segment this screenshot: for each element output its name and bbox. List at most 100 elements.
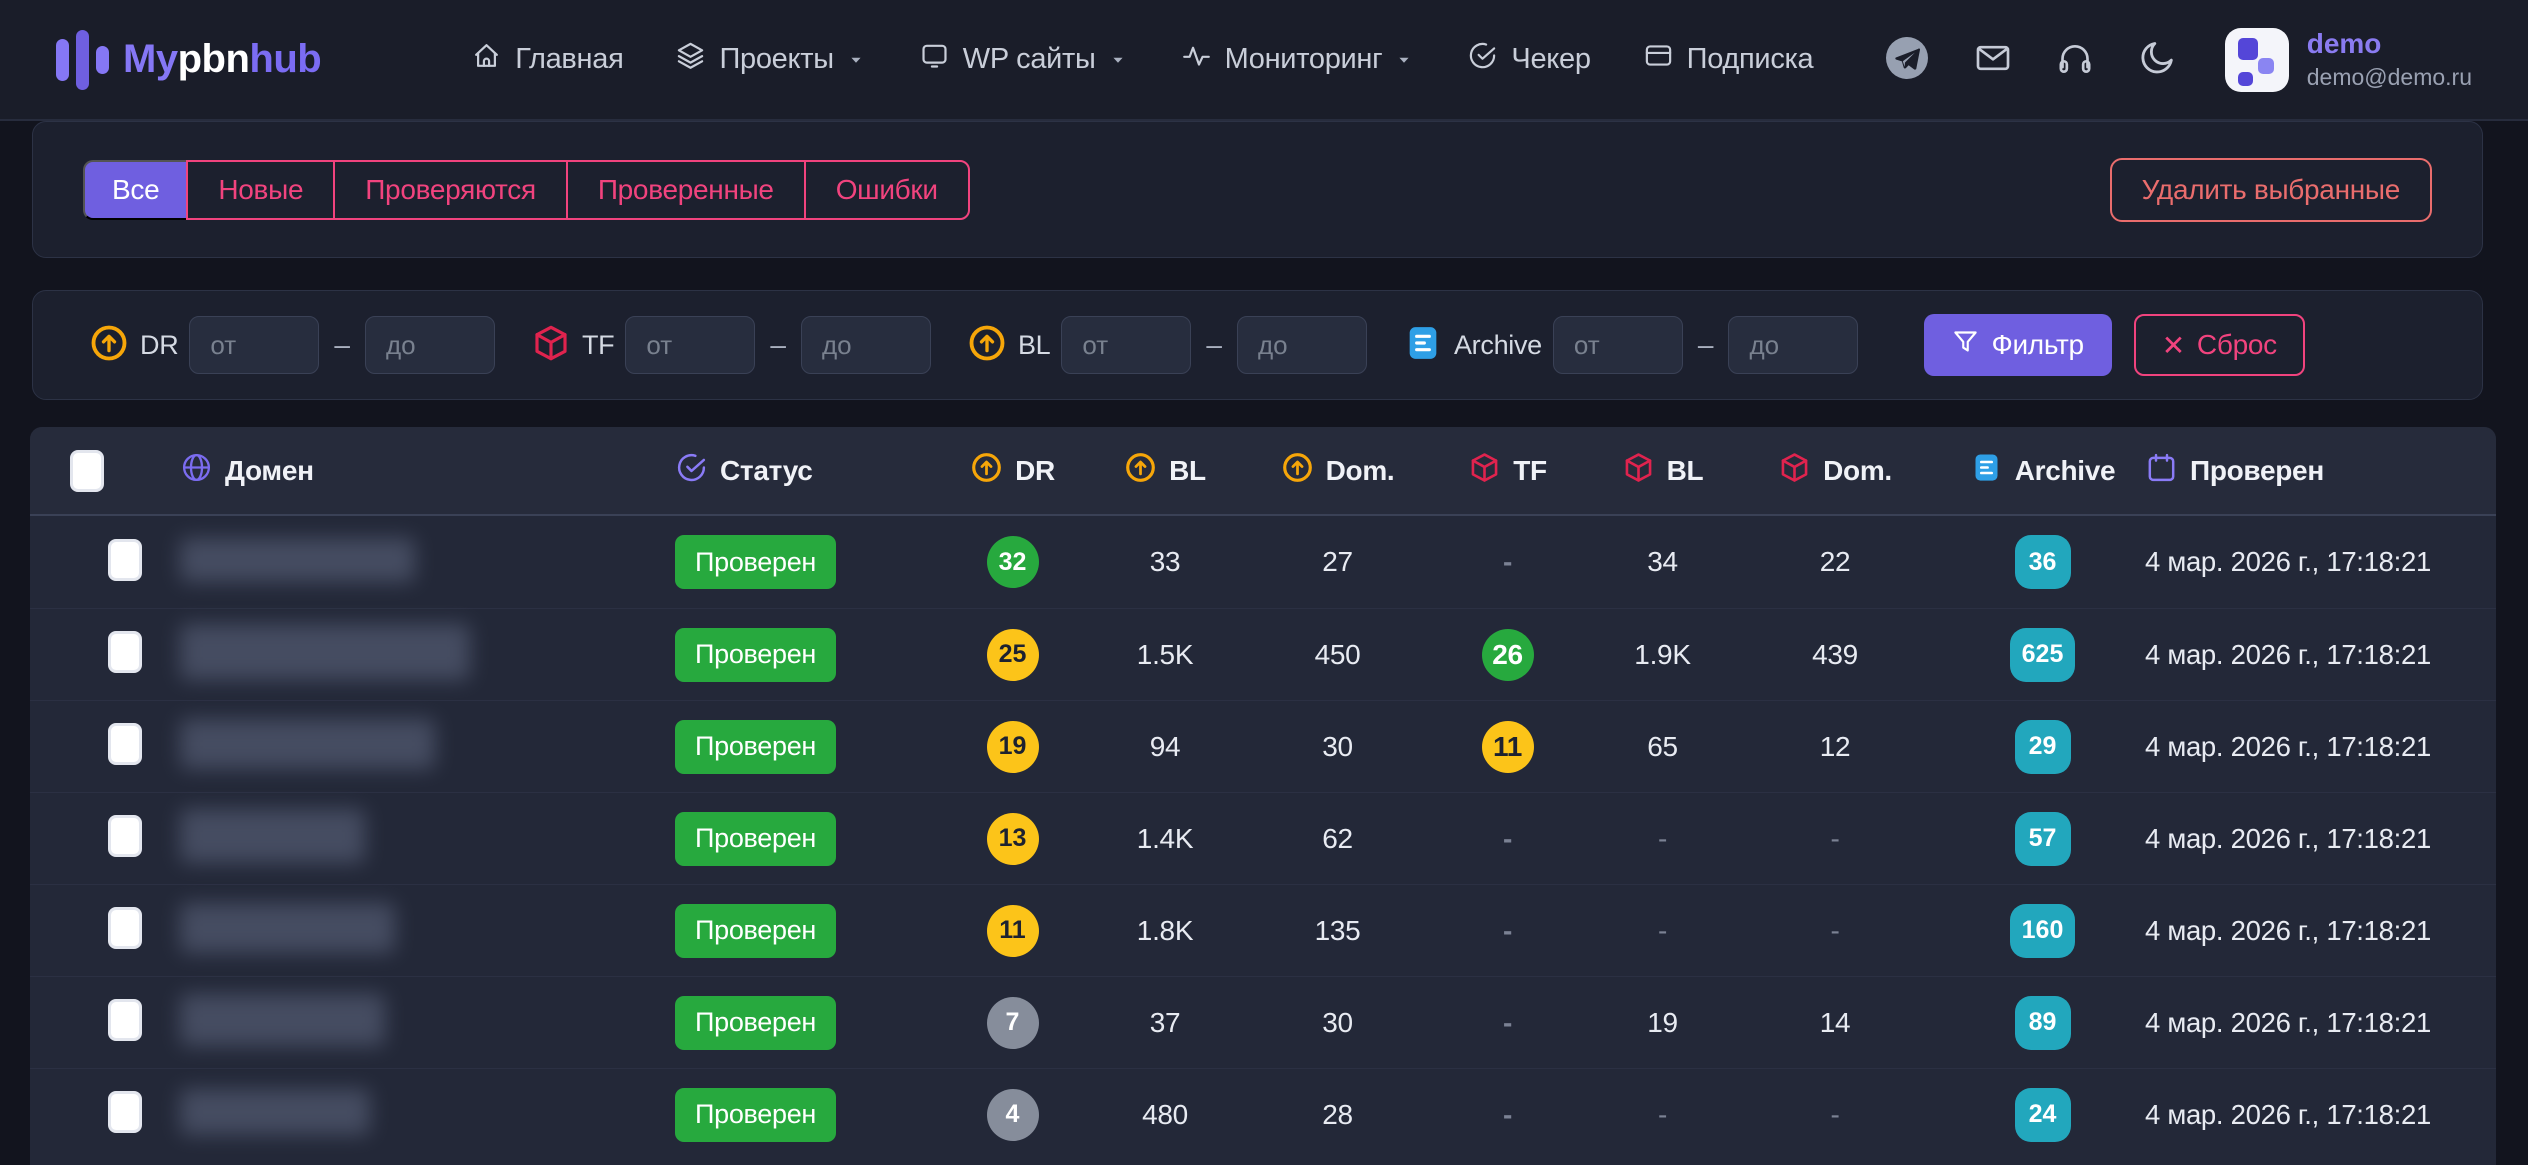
nav-item-label: Главная (515, 43, 623, 76)
dr-to-input[interactable] (365, 316, 495, 374)
tab-new[interactable]: Новые (186, 160, 335, 220)
close-icon: ✕ (2162, 329, 2185, 362)
card-icon (1643, 40, 1674, 79)
tab-errors[interactable]: Ошибки (804, 160, 970, 220)
tf-dom-value: - (1830, 823, 1839, 855)
status-badge: Проверен (675, 720, 836, 774)
archive-doc-icon (1970, 451, 2003, 491)
dr-from-input[interactable] (189, 316, 319, 374)
nav-item-label: WP сайты (963, 43, 1096, 76)
col-dr: DR (970, 451, 1055, 491)
check-circle-icon (1467, 40, 1498, 79)
row-checkbox[interactable] (108, 907, 142, 949)
dr-badge: 7 (987, 997, 1039, 1049)
tf-badge: 26 (1482, 629, 1534, 681)
table-row: Проверен 32 33 27 - 34 22 36 4 мар. 2026… (30, 516, 2496, 608)
archive-badge: 625 (2010, 628, 2076, 682)
status-badge: Проверен (675, 996, 836, 1050)
tf-cube-icon (1622, 451, 1655, 491)
filter-label: Archive (1454, 330, 1542, 361)
tf-from-input[interactable] (625, 316, 755, 374)
archive-to-input[interactable] (1728, 316, 1858, 374)
moon-icon (2137, 38, 2177, 81)
dom-value: 30 (1322, 731, 1353, 763)
support-button[interactable] (2055, 38, 2095, 81)
domain-redacted (180, 1089, 370, 1135)
domains-table: Домен Статус DR BL Dom. TF BL Dom. (30, 427, 2496, 1165)
telegram-button[interactable] (1883, 34, 1931, 85)
reset-filter-button[interactable]: ✕ Сброс (2134, 314, 2305, 376)
envelope-icon (1973, 38, 2013, 81)
dr-badge: 19 (987, 721, 1039, 773)
mail-button[interactable] (1973, 38, 2013, 81)
status-badge: Проверен (675, 812, 836, 866)
checked-date: 4 мар. 2026 г., 17:18:21 (2145, 546, 2431, 578)
tf-bl-value: - (1658, 1099, 1667, 1131)
nav-item-projects[interactable]: Проекты (675, 40, 866, 79)
user-email: demo@demo.ru (2307, 64, 2472, 91)
checked-date: 4 мар. 2026 г., 17:18:21 (2145, 915, 2431, 947)
row-checkbox[interactable] (108, 1091, 142, 1133)
bl-value: 94 (1150, 731, 1181, 763)
archive-badge: 57 (2015, 812, 2071, 866)
col-bl: BL (1124, 451, 1206, 491)
tf-bl-value: 34 (1647, 546, 1678, 578)
select-all-checkbox[interactable] (70, 450, 104, 492)
col-status: Статус (675, 451, 813, 491)
tab-checked[interactable]: Проверенные (566, 160, 806, 220)
filter-group-bl: BL – (967, 316, 1367, 374)
tf-cube-icon (1468, 451, 1501, 491)
row-checkbox[interactable] (108, 539, 142, 581)
navbar-actions: demo demo@demo.ru (1883, 28, 2472, 92)
nav-item-subscription[interactable]: Подписка (1643, 40, 1814, 79)
nav-item-wp-sites[interactable]: WP сайты (919, 40, 1129, 79)
table-row: Проверен 19 94 30 11 65 12 29 4 мар. 202… (30, 700, 2496, 792)
dr-badge: 4 (987, 1089, 1039, 1141)
tab-checking[interactable]: Проверяются (333, 160, 568, 220)
col-tf: TF (1468, 451, 1547, 491)
nav-item-label: Подписка (1687, 43, 1814, 76)
bl-to-input[interactable] (1237, 316, 1367, 374)
row-checkbox[interactable] (108, 631, 142, 673)
tf-badge: - (1482, 813, 1534, 865)
ahrefs-bl-icon (967, 323, 1007, 368)
archive-badge: 89 (2015, 996, 2071, 1050)
table-row: Проверен 25 1.5K 450 26 1.9K 439 625 4 м… (30, 608, 2496, 700)
bl-value: 1.5K (1137, 639, 1193, 671)
nav-item-home[interactable]: Главная (471, 40, 623, 79)
user-meta: demo demo@demo.ru (2307, 28, 2472, 91)
dr-badge: 32 (987, 536, 1039, 588)
col-tf-bl: BL (1622, 451, 1704, 491)
filter-label: DR (140, 330, 178, 361)
archive-from-input[interactable] (1553, 316, 1683, 374)
tab-all[interactable]: Все (83, 160, 188, 220)
apply-filter-button[interactable]: Фильтр (1924, 314, 2111, 376)
tf-badge: 11 (1482, 721, 1534, 773)
activity-icon (1181, 40, 1212, 79)
delete-selected-button[interactable]: Удалить выбранные (2110, 158, 2432, 222)
chevron-down-icon (1395, 49, 1415, 71)
tf-badge: - (1482, 1089, 1534, 1141)
nav-item-checker[interactable]: Чекер (1467, 40, 1590, 79)
ahrefs-dr-icon (89, 323, 129, 368)
dr-badge: 13 (987, 813, 1039, 865)
nav-item-label: Проекты (719, 43, 833, 76)
nav-item-monitoring[interactable]: Мониторинг (1181, 40, 1416, 79)
tf-to-input[interactable] (801, 316, 931, 374)
brand-logo[interactable]: Mypbnhub (56, 29, 321, 91)
globe-icon (180, 451, 213, 491)
nav-item-label: Чекер (1511, 43, 1590, 76)
row-checkbox[interactable] (108, 815, 142, 857)
domain-redacted (180, 994, 385, 1046)
row-checkbox[interactable] (108, 723, 142, 765)
row-checkbox[interactable] (108, 999, 142, 1041)
tf-dom-value: 22 (1820, 546, 1851, 578)
top-navbar: Mypbnhub Главная Проекты WP сайты Монито… (0, 0, 2528, 121)
bl-from-input[interactable] (1061, 316, 1191, 374)
table-row: Проверен 11 1.8K 135 - - - 160 4 мар. 20… (30, 884, 2496, 976)
user-menu[interactable]: demo demo@demo.ru (2225, 28, 2472, 92)
theme-toggle-button[interactable] (2137, 38, 2177, 81)
col-tf-dom: Dom. (1778, 451, 1892, 491)
telegram-icon (1883, 34, 1931, 85)
chevron-down-icon (847, 49, 867, 71)
